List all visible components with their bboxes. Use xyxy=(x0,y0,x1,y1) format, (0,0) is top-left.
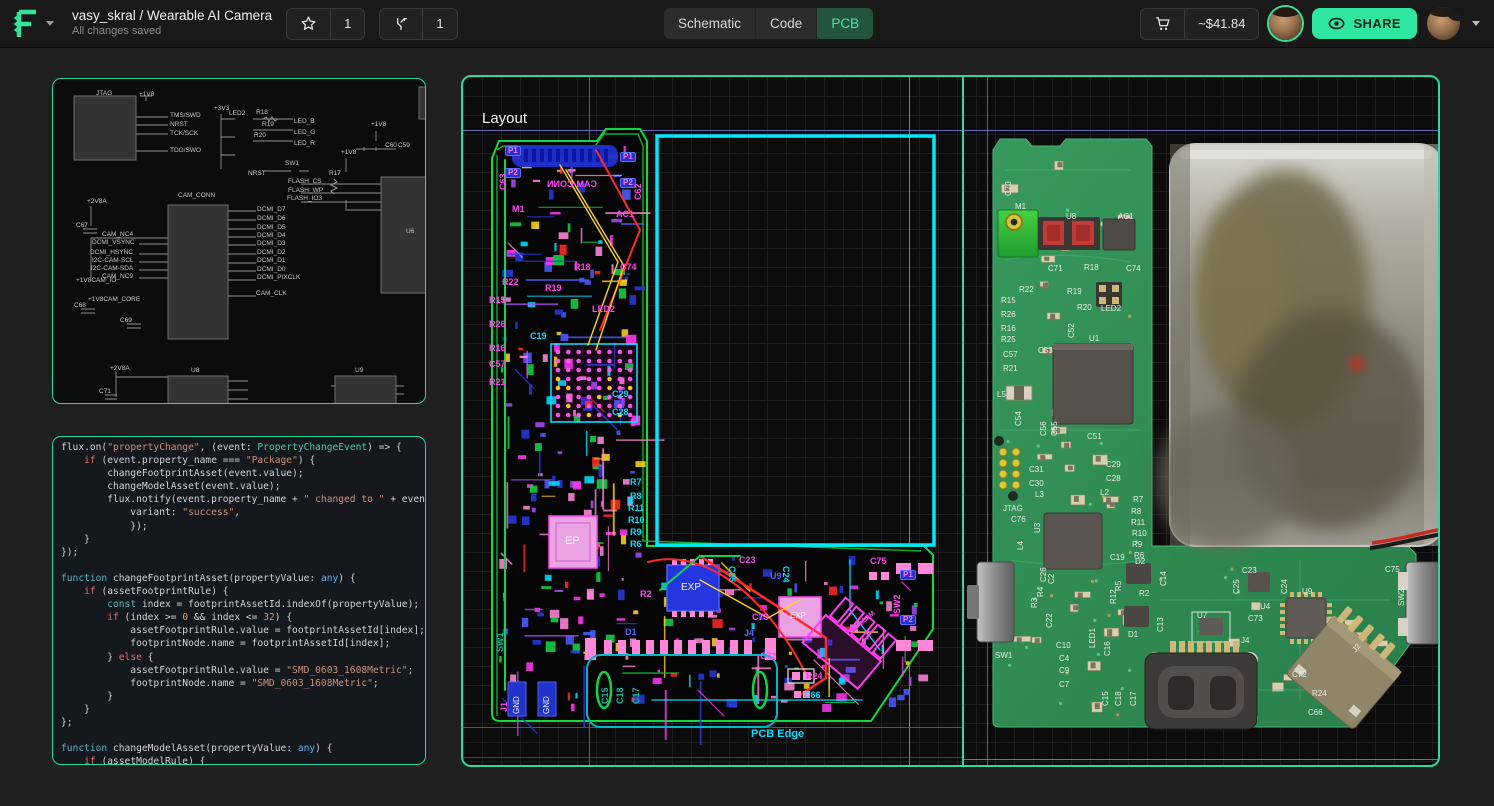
code-line: footprintNode.name = footprintAssetId[in… xyxy=(61,637,425,650)
app-menu-button[interactable] xyxy=(10,8,54,40)
code-line: assetFootprintRule.value = footprintAsse… xyxy=(61,624,425,637)
code-line: changeFootprintAsset(event.value); xyxy=(61,467,425,480)
code-line: changeModelAsset(event.value); xyxy=(61,480,425,493)
cart-control: ~$41.84 xyxy=(1140,8,1259,40)
code-line: if (assetFootprintRule) { xyxy=(61,585,425,598)
view-tabs: Schematic Code PCB xyxy=(664,8,873,39)
top-bar: vasy_skral / Wearable AI Camera All chan… xyxy=(0,0,1494,48)
code-line: } else { xyxy=(61,651,425,664)
code-line: flux.on("propertyChange", (event: Proper… xyxy=(61,441,425,454)
tab-schematic[interactable]: Schematic xyxy=(664,8,755,39)
grid-guide xyxy=(962,759,1440,760)
fork-icon xyxy=(393,16,409,32)
grid-guide xyxy=(987,77,988,765)
account-menu-caret[interactable] xyxy=(1472,21,1480,26)
avatar-overlay xyxy=(1446,7,1460,21)
code-line: if (index >= 0 && index <= 32) { xyxy=(61,611,425,624)
eye-icon xyxy=(1328,17,1345,30)
star-icon xyxy=(300,15,317,32)
flux-logo-icon xyxy=(10,8,40,40)
collaborator-avatar[interactable] xyxy=(1269,7,1302,40)
grid-guide xyxy=(463,727,962,728)
grid-guide xyxy=(463,757,962,758)
code-line: assetFootprintRule.value = "SMD_0603_160… xyxy=(61,664,425,677)
code-line xyxy=(61,729,425,742)
code-editor-panel[interactable]: flux.on("propertyChange", (event: Proper… xyxy=(52,436,426,765)
save-status: All changes saved xyxy=(72,25,272,39)
star-count[interactable]: 1 xyxy=(330,9,364,39)
code-line: function changeFootprintAsset(propertyVa… xyxy=(61,572,425,585)
code-line: } xyxy=(61,703,425,716)
star-button[interactable] xyxy=(287,9,330,39)
code-line: }; xyxy=(61,716,425,729)
grid-guide xyxy=(909,77,910,765)
flux-app-window: vasy_skral / Wearable AI Camera All chan… xyxy=(0,0,1494,806)
project-header: vasy_skral / Wearable AI Camera All chan… xyxy=(72,8,272,39)
schematic-drawing xyxy=(53,79,426,404)
schematic-preview-panel[interactable] xyxy=(52,78,426,404)
view-divider[interactable] xyxy=(962,77,964,765)
code-line: variant: "success", xyxy=(61,506,425,519)
code-line: function changeModelAsset(propertyValue:… xyxy=(61,742,425,755)
code-line: if (assetModelRule) { xyxy=(61,755,425,765)
user-avatar[interactable] xyxy=(1427,7,1460,40)
project-title: vasy_skral / Wearable AI Camera xyxy=(72,8,272,25)
bom-price[interactable]: ~$41.84 xyxy=(1184,9,1258,39)
code-editor-content[interactable]: flux.on("propertyChange", (event: Proper… xyxy=(53,437,425,765)
code-line: } xyxy=(61,533,425,546)
fork-button[interactable] xyxy=(380,9,422,39)
code-line: }); xyxy=(61,546,425,559)
tab-code[interactable]: Code xyxy=(755,8,816,39)
code-line: if (event.property_name === "Package") { xyxy=(61,454,425,467)
pcb-editor-canvas[interactable] xyxy=(461,75,1440,767)
top-bar-right: ~$41.84 SHARE xyxy=(1140,7,1480,40)
fork-control: 1 xyxy=(379,8,457,40)
share-button[interactable]: SHARE xyxy=(1312,8,1417,39)
grid-guide xyxy=(589,77,590,765)
share-label: SHARE xyxy=(1353,16,1401,31)
code-line: footprintNode.name = "SMD_0603_1608Metri… xyxy=(61,677,425,690)
avatar-image xyxy=(1269,7,1302,17)
fork-count[interactable]: 1 xyxy=(422,9,456,39)
code-line: }); xyxy=(61,520,425,533)
code-line: const index = footprintAssetId.indexOf(p… xyxy=(61,598,425,611)
code-line xyxy=(61,559,425,572)
cart-button[interactable] xyxy=(1141,9,1184,39)
chevron-down-icon xyxy=(46,21,54,26)
code-line: } xyxy=(61,690,425,703)
grid-guide xyxy=(463,130,1438,131)
tab-pcb[interactable]: PCB xyxy=(816,8,873,39)
code-line: flux.notify(event.property_name + " chan… xyxy=(61,493,425,506)
cart-icon xyxy=(1154,15,1171,32)
star-control: 1 xyxy=(286,8,365,40)
